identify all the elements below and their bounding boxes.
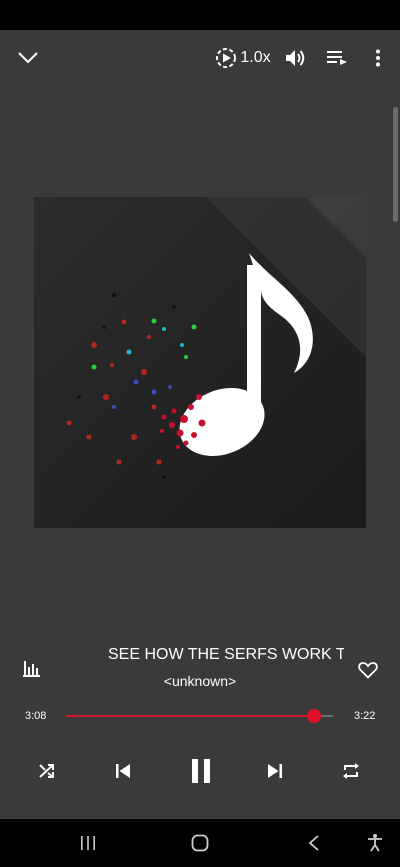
music-note-artwork <box>34 197 366 528</box>
accessibility-button[interactable] <box>362 829 388 857</box>
system-nav-bar <box>0 819 400 867</box>
skip-previous-icon <box>116 764 130 778</box>
song-title: SEE HOW THE SERFS WORK T <box>108 646 344 663</box>
total-duration: 3:22 <box>354 710 376 722</box>
seek-bar[interactable] <box>66 709 333 723</box>
playback-speed-label: 1.0x <box>240 49 271 66</box>
queue-icon <box>327 51 347 65</box>
chevron-down-icon <box>18 52 38 64</box>
pause-button[interactable] <box>184 754 218 788</box>
more-vert-icon <box>376 49 380 67</box>
elapsed-time: 3:08 <box>25 710 47 722</box>
heart-outline-icon <box>358 662 378 679</box>
repeat-button[interactable] <box>338 758 364 784</box>
seek-thumb[interactable] <box>307 709 322 723</box>
shuffle-button[interactable] <box>34 758 60 784</box>
accessibility-icon <box>368 834 382 852</box>
status-bar <box>0 0 400 30</box>
volume-button[interactable] <box>280 42 310 74</box>
song-artist: <unknown> <box>163 673 237 689</box>
collapse-button[interactable] <box>12 42 44 74</box>
favorite-button[interactable] <box>356 658 380 682</box>
shuffle-icon <box>39 764 54 778</box>
scrollbar[interactable] <box>393 107 398 222</box>
home-icon <box>191 834 209 852</box>
top-bar: 1.0x <box>0 30 400 86</box>
album-art <box>34 197 366 528</box>
pause-icon <box>192 759 210 783</box>
home-button[interactable] <box>182 829 218 857</box>
recents-button[interactable] <box>70 829 106 857</box>
previous-button[interactable] <box>110 758 136 784</box>
playback-speed-button[interactable]: 1.0x <box>214 42 272 74</box>
recents-icon <box>81 836 95 850</box>
next-button[interactable] <box>262 758 288 784</box>
seek-progress <box>66 715 315 717</box>
playback-controls <box>0 746 400 798</box>
skip-next-icon <box>268 764 282 778</box>
playback-speed-icon <box>216 48 237 68</box>
track-info: SEE HOW THE SERFS WORK T <unknown> <box>0 640 400 700</box>
volume-icon <box>286 50 305 66</box>
queue-button[interactable] <box>322 42 352 74</box>
back-button[interactable] <box>296 829 332 857</box>
repeat-icon <box>343 763 359 779</box>
back-icon <box>308 835 319 851</box>
more-options-button[interactable] <box>364 42 392 74</box>
